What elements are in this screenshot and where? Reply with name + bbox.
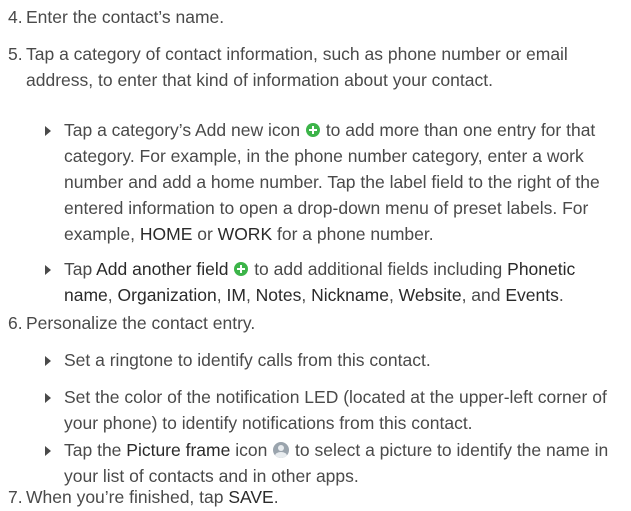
bullet-ringtone: Set a ringtone to identify calls from th… <box>45 347 625 373</box>
bullet-arrow-icon <box>45 356 51 366</box>
bullet-picture-frame: Tap the Picture frame icon to select a p… <box>45 437 625 489</box>
step-number: 6. <box>8 313 23 333</box>
save-label: SAVE <box>228 487 274 507</box>
bullet-arrow-icon <box>45 126 51 136</box>
bullet-text: Set a ringtone to identify calls from th… <box>64 350 431 370</box>
plus-circle-icon <box>305 123 320 137</box>
plus-circle-icon <box>234 262 249 276</box>
step-5: 5. Tap a category of contact information… <box>8 41 623 93</box>
bullet-notification-led: Set the color of the notification LED (l… <box>45 384 625 436</box>
picture-frame-label: Picture frame <box>126 440 231 460</box>
step-text: Personalize the contact entry. <box>26 313 256 333</box>
bullet-add-new-entry: Tap a category’s Add new icon to add mor… <box>45 117 625 247</box>
step-text: Tap a category of contact information, s… <box>26 44 568 90</box>
step-number: 4. <box>8 7 23 27</box>
add-another-field-label: Add another field <box>96 259 229 279</box>
step-text: Enter the contact’s name. <box>26 7 225 27</box>
bullet-text: Tap the Picture frame icon to select a p… <box>64 440 609 486</box>
label-work: WORK <box>217 224 273 244</box>
instructions-page: 4. Enter the contact’s name. 5. Tap a ca… <box>0 0 631 511</box>
picture-frame-icon <box>273 442 290 458</box>
bullet-text: Tap Add another field to add additional … <box>64 259 576 305</box>
bullet-text: Tap a category’s Add new icon to add mor… <box>64 120 600 244</box>
step-number: 5. <box>8 44 23 64</box>
bullet-text: Set the color of the notification LED (l… <box>64 387 607 433</box>
bullet-arrow-icon <box>45 446 51 456</box>
step-7: 7. When you’re finished, tap SAVE. <box>8 484 623 510</box>
step-number: 7. <box>8 487 23 507</box>
step-text: When you’re finished, tap SAVE. <box>26 487 279 507</box>
bullet-arrow-icon <box>45 265 51 275</box>
step-6: 6. Personalize the contact entry. <box>8 310 623 336</box>
bullet-add-another-field: Tap Add another field to add additional … <box>45 256 625 308</box>
label-home: HOME <box>139 224 193 244</box>
step-4: 4. Enter the contact’s name. <box>8 4 623 30</box>
bullet-arrow-icon <box>45 393 51 403</box>
